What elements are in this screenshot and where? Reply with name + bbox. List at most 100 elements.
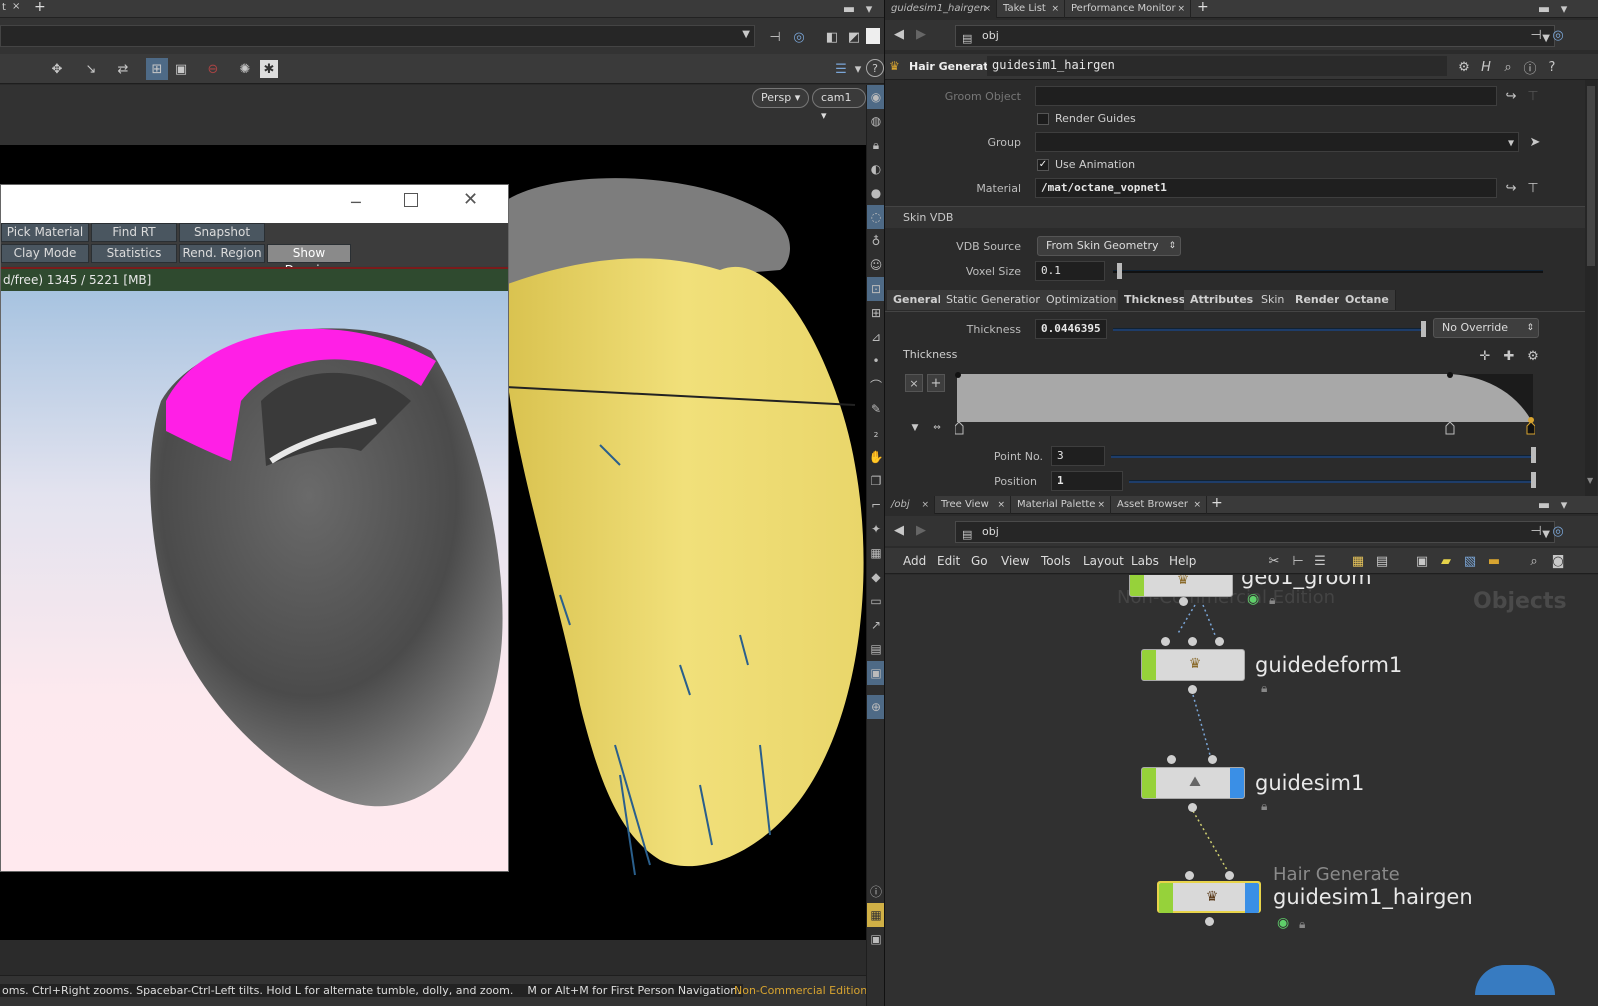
corner-icon[interactable]: ⌐	[867, 493, 885, 517]
bulb-icon[interactable]: ♁	[867, 229, 885, 253]
back-icon[interactable]: ◀	[891, 26, 907, 42]
camera-icon[interactable]: ◙	[1549, 552, 1567, 570]
thickness-handle[interactable]	[1421, 321, 1426, 337]
tumble-icon[interactable]: ✥	[48, 60, 66, 78]
pin-icon[interactable]: ⊣	[766, 28, 784, 46]
display-settings-icon[interactable]: ▣	[867, 927, 885, 951]
track-icon[interactable]: ↘	[82, 60, 100, 78]
output-dot[interactable]	[1188, 803, 1197, 812]
node-guidedeform1[interactable]: ♛	[1141, 649, 1245, 681]
node-flag[interactable]	[1142, 650, 1156, 680]
hand-icon[interactable]: ✋	[867, 445, 885, 469]
sphere-icon[interactable]: ●	[867, 181, 885, 205]
output-dot[interactable]	[1179, 597, 1188, 606]
param-path-field[interactable]: obj ▤ ▼	[955, 25, 1555, 47]
help-icon[interactable]: ?	[1543, 58, 1561, 76]
jump-icon[interactable]: ↪	[1503, 180, 1519, 196]
chevron-down-icon[interactable]: ▼	[1587, 476, 1593, 485]
position-slider[interactable]	[1129, 480, 1533, 483]
input-dot[interactable]	[1167, 755, 1176, 764]
snapshot-button[interactable]: Snapshot	[179, 223, 265, 242]
lock-icon[interactable]: 🔒︎	[1261, 681, 1267, 696]
input-dot[interactable]	[1215, 637, 1224, 646]
tab-asset-browser[interactable]: Asset Browser ×	[1111, 496, 1207, 514]
close-icon[interactable]: ×	[1177, 0, 1185, 18]
node-flag[interactable]	[1130, 575, 1144, 596]
input-dot[interactable]	[1225, 871, 1234, 880]
chevron-down-icon[interactable]: ▾	[1557, 2, 1571, 17]
pin-icon[interactable]: ⊣	[1527, 26, 1545, 44]
maximize-icon[interactable]	[866, 28, 880, 44]
node-render-flag[interactable]	[1230, 768, 1244, 798]
point-no-slider[interactable]	[1111, 455, 1533, 458]
group-field[interactable]: ▼	[1035, 132, 1519, 152]
menu-help[interactable]: Help	[1169, 548, 1196, 574]
diamond-icon[interactable]: ◆	[867, 565, 885, 589]
display-flag-icon[interactable]: ◉	[1247, 591, 1259, 607]
render-region-button[interactable]: Rend. Region	[179, 244, 265, 263]
tab-obj[interactable]: /obj ×	[885, 496, 935, 514]
display-list-icon[interactable]: ☰	[832, 60, 850, 78]
move-icon[interactable]: ✛	[1477, 348, 1493, 364]
gear-icon[interactable]: ⚙	[1525, 348, 1541, 364]
menu-edit[interactable]: Edit	[937, 548, 960, 574]
lock-icon[interactable]: 🔒︎	[1269, 593, 1275, 608]
chevron-down-icon[interactable]: ▾	[1557, 498, 1571, 513]
close-icon[interactable]: ×	[1051, 0, 1059, 18]
pick-material-button[interactable]: Pick Material	[1, 223, 89, 242]
close-icon[interactable]: ✕	[463, 189, 478, 210]
display-flag-icon[interactable]: ◉	[1277, 915, 1289, 931]
camera-menu[interactable]: cam1 ▾	[812, 88, 866, 122]
dolly-icon[interactable]: ⇄	[114, 60, 132, 78]
close-icon[interactable]: ×	[1097, 496, 1105, 514]
menu-labs[interactable]: Labs	[1131, 548, 1159, 574]
link-icon[interactable]: ⇔	[931, 422, 943, 434]
search-icon[interactable]: ⌕	[1499, 58, 1517, 76]
menu-layout[interactable]: Layout	[1083, 548, 1124, 574]
close-icon[interactable]: ×	[12, 1, 20, 12]
tab-static-generation[interactable]: Static Generation	[940, 290, 1050, 310]
info-icon[interactable]: ⓘ	[867, 879, 885, 903]
frame-icon[interactable]: ▭	[867, 589, 885, 613]
camera-icon[interactable]: ◐	[867, 157, 885, 181]
tab-skin[interactable]: Skin	[1255, 290, 1292, 310]
lights-icon[interactable]: ✺	[236, 60, 254, 78]
show-denoise-button[interactable]: Show Denoise	[267, 244, 351, 277]
material-field[interactable]: /mat/octane_vopnet1	[1035, 178, 1497, 198]
transform-icon[interactable]: ⊿	[867, 325, 885, 349]
link-icon[interactable]: ◎	[1549, 26, 1567, 44]
node-geo1-groom[interactable]: ♛	[1129, 575, 1233, 597]
vdb-source-dropdown[interactable]: From Skin Geometry ⇕	[1037, 236, 1181, 256]
use-animation-checkbox[interactable]: ✓	[1037, 159, 1049, 171]
light-icon[interactable]: ◌	[867, 205, 885, 229]
input-dot[interactable]	[1161, 637, 1170, 646]
display-options-icon[interactable]: ◧	[822, 27, 842, 47]
gear-icon[interactable]: ⚙	[1455, 58, 1473, 76]
add-tab-icon[interactable]: +	[34, 0, 46, 15]
groom-object-field[interactable]	[1035, 86, 1497, 106]
menu-tools[interactable]: Tools	[1041, 548, 1071, 574]
param-scrollbar[interactable]: ▼	[1585, 80, 1597, 496]
menu-add[interactable]: Add	[903, 548, 926, 574]
thickness-slider[interactable]	[1113, 328, 1423, 331]
tab-attributes[interactable]: Attributes	[1184, 290, 1261, 310]
clone-icon[interactable]: ❐	[867, 469, 885, 493]
display-icon[interactable]: ◉	[867, 85, 885, 109]
checker-icon[interactable]: ▦	[867, 541, 885, 565]
network-editor[interactable]: Non-Commercial Edition Objects ♛ geo1_gr…	[885, 575, 1598, 1006]
select-arrow-icon[interactable]: ➤	[1527, 134, 1543, 150]
skin-vdb-section[interactable]: Skin VDB	[885, 206, 1585, 228]
render-guides-checkbox[interactable]	[1037, 113, 1049, 125]
node-flag[interactable]	[1142, 768, 1156, 798]
output-dot[interactable]	[1188, 685, 1197, 694]
layers-icon[interactable]: ▤	[867, 637, 885, 661]
render-icon[interactable]: ✱	[260, 60, 278, 78]
lock-icon[interactable]: 🔒︎	[1299, 917, 1305, 932]
back-icon[interactable]: ◀	[891, 522, 907, 538]
link-icon[interactable]: ◎	[1549, 522, 1567, 540]
pane-menu-icon[interactable]: ▬	[1537, 498, 1551, 513]
snap-icon[interactable]: ⊞	[146, 58, 168, 80]
network-path-field[interactable]: obj ▤ ▼	[955, 521, 1555, 543]
tab-take-list[interactable]: Take List ×	[997, 0, 1065, 18]
tab-render[interactable]: Render	[1289, 290, 1347, 310]
